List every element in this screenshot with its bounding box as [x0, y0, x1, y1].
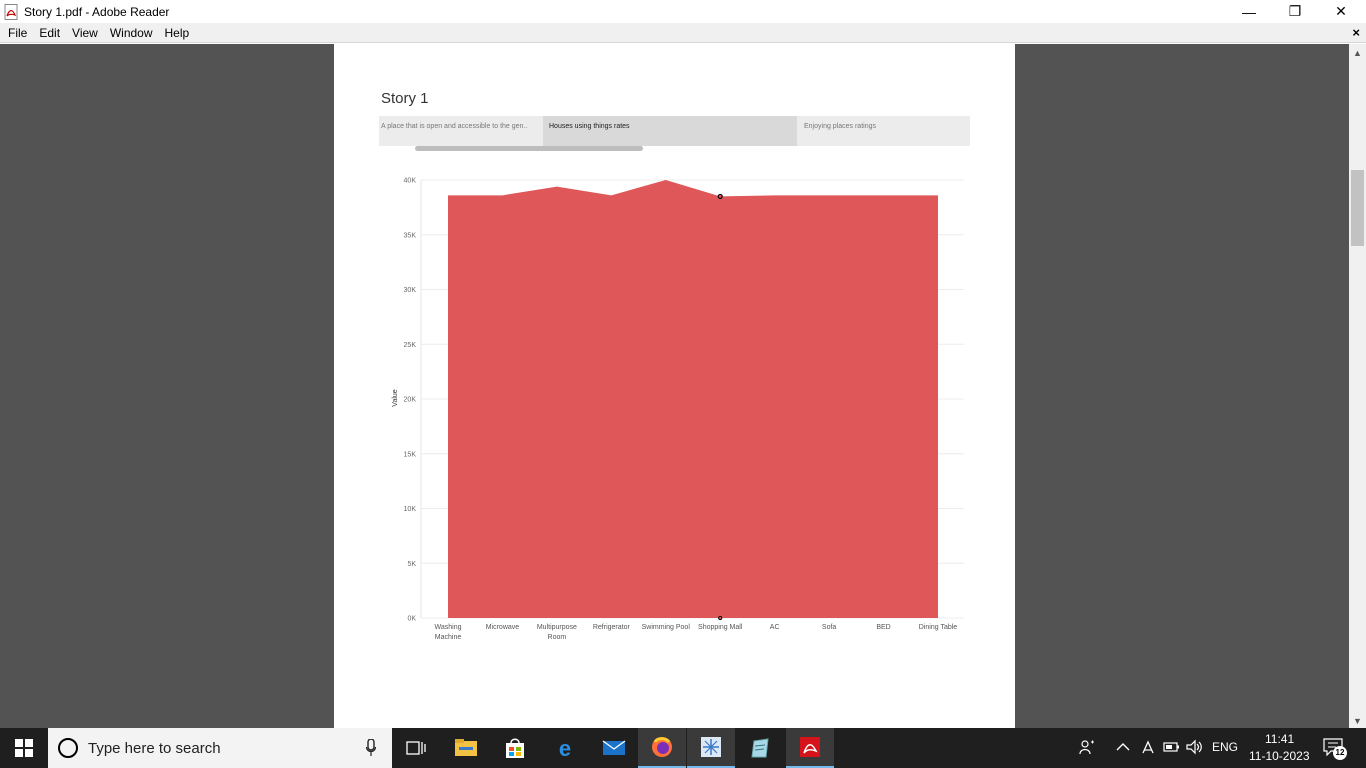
- title-bar: Story 1.pdf - Adobe Reader — ❐ ✕: [0, 0, 1366, 23]
- menu-edit[interactable]: Edit: [33, 23, 66, 43]
- x-tick-label: Sofa: [822, 624, 837, 631]
- store-icon[interactable]: [491, 728, 539, 768]
- x-tick-label: Shopping Mall: [698, 624, 743, 631]
- menu-view[interactable]: View: [66, 23, 104, 43]
- scroll-up-arrow-icon[interactable]: ▲: [1353, 48, 1362, 58]
- taskbar-search-box[interactable]: Type here to search: [48, 728, 392, 768]
- windows-start-icon[interactable]: [0, 728, 48, 768]
- y-tick-label: 25K: [404, 342, 417, 349]
- document-viewer[interactable]: Story 1 A place that is open and accessi…: [0, 44, 1349, 728]
- window-title: Story 1.pdf - Adobe Reader: [24, 4, 170, 19]
- story-title: Story 1: [381, 90, 429, 107]
- search-placeholder: Type here to search: [88, 740, 221, 757]
- cortana-icon: [58, 738, 78, 758]
- restore-button[interactable]: ❐: [1272, 0, 1318, 23]
- chevron-up-icon[interactable]: [1116, 741, 1130, 755]
- people-icon[interactable]: [1079, 739, 1095, 758]
- vertical-scrollbar[interactable]: ▲ ▼: [1349, 44, 1366, 728]
- story-navigator: A place that is open and accessible to t…: [379, 116, 970, 146]
- x-tick-label: Microwave: [486, 624, 520, 631]
- story-point-2[interactable]: Houses using things rates: [543, 116, 797, 146]
- x-tick-label: Washing Machine: [435, 624, 462, 641]
- x-tick-label: Dining Table: [919, 624, 958, 631]
- close-document-button[interactable]: ×: [1352, 23, 1360, 43]
- menu-file[interactable]: File: [2, 23, 33, 43]
- svg-text:e: e: [559, 737, 571, 759]
- task-view-icon[interactable]: [392, 728, 440, 768]
- x-tick-label: Multipurpose Room: [537, 624, 577, 641]
- mail-icon[interactable]: [590, 728, 638, 768]
- snipping-icon[interactable]: [687, 728, 735, 768]
- menu-help[interactable]: Help: [159, 23, 196, 43]
- story-point-1[interactable]: A place that is open and accessible to t…: [379, 116, 543, 146]
- taskbar: Type here to search e ENG 11:41 11-10-20…: [0, 728, 1366, 768]
- x-tick-label: Swimming Pool: [642, 624, 691, 631]
- x-tick-label: AC: [770, 624, 780, 631]
- notification-icon[interactable]: 12: [1323, 738, 1347, 760]
- language-indicator[interactable]: ENG: [1212, 740, 1238, 754]
- story-point-3[interactable]: Enjoying places ratings: [797, 116, 970, 146]
- x-tick-label: Refrigerator: [593, 624, 631, 631]
- pdf-page: Story 1 A place that is open and accessi…: [334, 44, 1015, 728]
- edge-icon[interactable]: e: [541, 728, 589, 768]
- adobe-reader-icon[interactable]: [786, 728, 834, 768]
- menu-bar: File Edit View Window Help: [0, 23, 1366, 43]
- scroll-down-arrow-icon[interactable]: ▼: [1353, 716, 1362, 726]
- volume-icon[interactable]: [1186, 739, 1204, 758]
- notification-count: 12: [1333, 746, 1347, 760]
- battery-icon[interactable]: [1163, 741, 1181, 756]
- firefox-icon[interactable]: [638, 728, 686, 768]
- y-tick-label: 15K: [404, 451, 417, 458]
- y-tick-label: 35K: [404, 232, 417, 239]
- y-tick-label: 0K: [407, 616, 416, 623]
- file-explorer-icon[interactable]: [442, 728, 490, 768]
- data-point[interactable]: [717, 193, 723, 200]
- adobe-pdf-icon: [4, 3, 20, 20]
- y-tick-label: 20K: [404, 397, 417, 404]
- notepad-icon[interactable]: [736, 728, 784, 768]
- story-scrollbar[interactable]: [415, 146, 643, 151]
- network-icon[interactable]: [1140, 740, 1156, 759]
- y-tick-label: 5K: [407, 561, 416, 568]
- area-chart: 0K 5K 10K 15K 20K 25K 30K 35K 40K Washing Machine…: [392, 178, 964, 641]
- highlight-base-marker: [718, 615, 723, 621]
- minimize-button[interactable]: —: [1226, 0, 1272, 23]
- clock-date[interactable]: 11-10-2023: [1249, 749, 1310, 763]
- menu-window[interactable]: Window: [104, 23, 159, 43]
- y-tick-label: 40K: [404, 178, 417, 185]
- area-series[interactable]: [448, 180, 938, 618]
- scroll-thumb[interactable]: [1351, 170, 1364, 246]
- x-tick-label: BED: [876, 624, 890, 631]
- clock-time[interactable]: 11:41: [1265, 732, 1294, 746]
- y-tick-label: 30K: [404, 287, 417, 294]
- y-axis-label: Value: [392, 389, 399, 406]
- close-button[interactable]: ✕: [1318, 0, 1364, 23]
- y-tick-label: 10K: [404, 506, 417, 513]
- microphone-icon[interactable]: [366, 739, 376, 757]
